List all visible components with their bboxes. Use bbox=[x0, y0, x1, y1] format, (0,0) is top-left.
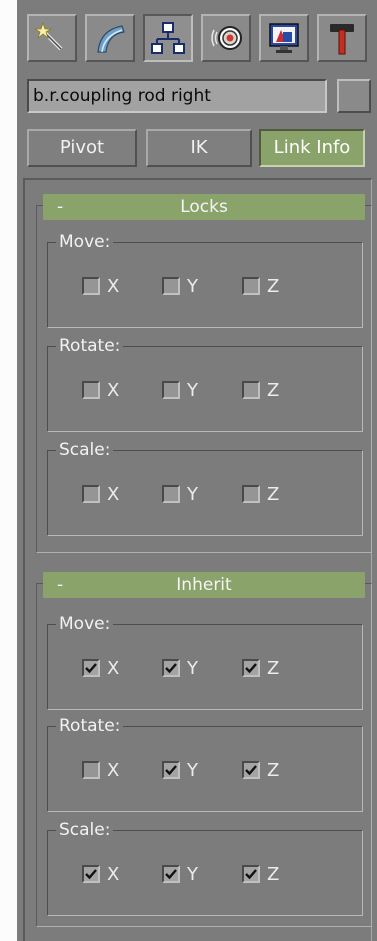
object-name-field[interactable]: b.r.coupling rod right bbox=[27, 79, 327, 113]
locks-move-y-checkbox[interactable]: Y bbox=[162, 275, 222, 299]
tab-motion[interactable] bbox=[201, 14, 251, 62]
command-panel-tabs bbox=[27, 14, 377, 62]
locks-rotate-group: Rotate: X Y Z bbox=[47, 334, 363, 432]
object-color-swatch[interactable] bbox=[337, 79, 371, 113]
inherit-rotate-group: Rotate: X Y Z bbox=[47, 714, 363, 812]
checkbox-box bbox=[82, 381, 100, 399]
locks-move-x-checkbox[interactable]: X bbox=[82, 275, 142, 299]
checkbox-box bbox=[242, 485, 260, 503]
tab-display[interactable] bbox=[259, 14, 309, 62]
inherit-rollout: - Inherit Move: X Y Z Rotate: X Y Z Scal… bbox=[36, 572, 372, 927]
inherit-rotate-y-checkbox[interactable]: Y bbox=[162, 759, 222, 783]
inherit-scale-x-checkbox[interactable]: X bbox=[82, 863, 142, 887]
inherit-move-y-checkbox[interactable]: Y bbox=[162, 657, 222, 681]
check-icon bbox=[165, 765, 177, 776]
group-label: Rotate: bbox=[56, 714, 124, 738]
inherit-scale-z-checkbox[interactable]: Z bbox=[242, 863, 302, 887]
inherit-rotate-z-checkbox[interactable]: Z bbox=[242, 759, 302, 783]
check-icon bbox=[85, 869, 97, 880]
hierarchy-icon bbox=[151, 22, 185, 54]
inherit-rotate-x-checkbox[interactable]: X bbox=[82, 759, 142, 783]
locks-rollout-header[interactable]: - Locks bbox=[43, 194, 365, 220]
motion-icon bbox=[211, 26, 242, 50]
group-label: Move: bbox=[56, 230, 114, 254]
tab-hierarchy[interactable] bbox=[143, 14, 193, 62]
locks-scale-z-checkbox[interactable]: Z bbox=[242, 483, 302, 507]
check-icon bbox=[165, 663, 177, 674]
locks-rotate-z-checkbox[interactable]: Z bbox=[242, 379, 302, 403]
tab-utilities[interactable] bbox=[317, 14, 367, 62]
inherit-move-z-checkbox[interactable]: Z bbox=[242, 657, 302, 681]
display-icon bbox=[269, 23, 299, 53]
inherit-scale-y-checkbox[interactable]: Y bbox=[162, 863, 222, 887]
create-icon bbox=[34, 21, 63, 51]
checkbox-box bbox=[82, 761, 100, 779]
checkbox-box bbox=[242, 381, 260, 399]
locks-rotate-y-checkbox[interactable]: Y bbox=[162, 379, 222, 403]
ik-button[interactable]: IK bbox=[146, 129, 252, 167]
collapse-toggle[interactable]: - bbox=[57, 194, 63, 220]
check-icon bbox=[165, 869, 177, 880]
checkbox-box bbox=[162, 485, 180, 503]
check-icon bbox=[85, 663, 97, 674]
tab-create[interactable] bbox=[27, 14, 77, 62]
checkbox-box bbox=[162, 277, 180, 295]
inherit-move-x-checkbox[interactable]: X bbox=[82, 657, 142, 681]
modify-icon bbox=[97, 25, 125, 53]
locks-rollout: - Locks Move: X Y Z Rotate: X Y Z Scale:… bbox=[36, 194, 372, 553]
checkbox-box bbox=[82, 865, 100, 883]
checkbox-box bbox=[242, 277, 260, 295]
locks-scale-x-checkbox[interactable]: X bbox=[82, 483, 142, 507]
pivot-button[interactable]: Pivot bbox=[27, 129, 137, 167]
rollout-title: Locks bbox=[180, 197, 228, 217]
locks-move-group: Move: X Y Z bbox=[47, 230, 363, 328]
check-icon bbox=[245, 663, 257, 674]
tab-modify[interactable] bbox=[85, 14, 135, 62]
checkbox-box bbox=[242, 761, 260, 779]
group-label: Scale: bbox=[56, 438, 114, 462]
utilities-icon bbox=[330, 24, 354, 55]
rollout-title: Inherit bbox=[176, 575, 232, 595]
locks-rotate-x-checkbox[interactable]: X bbox=[82, 379, 142, 403]
checkbox-box bbox=[242, 865, 260, 883]
inherit-rollout-header[interactable]: - Inherit bbox=[43, 572, 365, 598]
locks-scale-y-checkbox[interactable]: Y bbox=[162, 483, 222, 507]
link-info-button[interactable]: Link Info bbox=[259, 129, 365, 167]
group-label: Scale: bbox=[56, 818, 114, 842]
inherit-move-group: Move: X Y Z bbox=[47, 612, 363, 710]
locks-move-z-checkbox[interactable]: Z bbox=[242, 275, 302, 299]
checkbox-box bbox=[162, 865, 180, 883]
check-icon bbox=[245, 869, 257, 880]
checkbox-box bbox=[242, 659, 260, 677]
group-label: Move: bbox=[56, 612, 114, 636]
locks-scale-group: Scale: X Y Z bbox=[47, 438, 363, 536]
checkbox-box bbox=[162, 659, 180, 677]
checkbox-box bbox=[82, 277, 100, 295]
checkbox-box bbox=[82, 659, 100, 677]
command-panel: b.r.coupling rod right Pivot IK Link Inf… bbox=[17, 0, 377, 941]
collapse-toggle[interactable]: - bbox=[57, 572, 63, 598]
check-icon bbox=[245, 765, 257, 776]
checkbox-box bbox=[162, 761, 180, 779]
group-label: Rotate: bbox=[56, 334, 124, 358]
inherit-scale-group: Scale: X Y Z bbox=[47, 818, 363, 916]
checkbox-box bbox=[82, 485, 100, 503]
checkbox-box bbox=[162, 381, 180, 399]
